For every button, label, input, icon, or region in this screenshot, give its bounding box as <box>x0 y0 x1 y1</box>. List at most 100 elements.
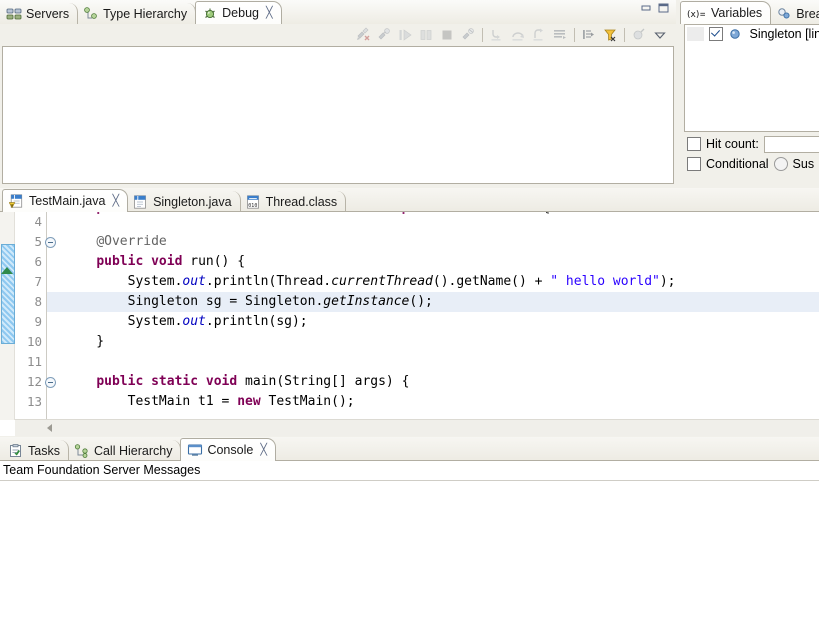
tab-label: Call Hierarchy <box>93 443 173 458</box>
code-token: TestMain t1 = <box>65 394 238 409</box>
editor-annotation-ruler[interactable] <box>0 212 15 420</box>
editor-horizontal-scrollbar[interactable] <box>15 419 819 436</box>
code-token: .println(sg); <box>205 314 308 329</box>
variables-icon: (x)= <box>687 6 707 20</box>
instruction-stepping-button[interactable] <box>629 26 649 44</box>
console-icon <box>187 443 203 457</box>
code-line[interactable]: Singleton sg = Singleton.getInstance(); <box>47 292 819 312</box>
tab-call-hierarchy[interactable]: Call Hierarchy <box>68 440 182 461</box>
connect-button[interactable] <box>374 26 394 44</box>
debug-view-body[interactable] <box>2 46 674 184</box>
close-icon[interactable]: ╳ <box>260 445 267 456</box>
toolbar-separator <box>624 28 625 42</box>
code-token: new <box>237 394 261 409</box>
tab-tasks[interactable]: Tasks <box>2 440 69 461</box>
current-instruction-marker-icon <box>1 267 13 274</box>
code-line[interactable]: System.out.println(Thread.currentThread(… <box>47 272 819 292</box>
code-token: System. <box>65 314 183 329</box>
tree-indent <box>687 27 705 41</box>
tab-debug[interactable]: Debug ╳ <box>195 1 282 24</box>
java-icon: J <box>133 195 149 209</box>
console-title: Team Foundation Server Messages <box>0 461 819 481</box>
code-line[interactable]: } <box>47 332 819 352</box>
breakpoints-icon <box>776 7 792 21</box>
code-line[interactable] <box>47 352 819 372</box>
code-token: public <box>96 254 144 269</box>
code-token: @Override <box>96 234 167 249</box>
step-into-button[interactable] <box>487 26 507 44</box>
editor-tab-singleton-java[interactable]: J Singleton.java <box>127 191 241 212</box>
editor-body[interactable]: 45678910111213 public class TestMain ext… <box>0 211 819 436</box>
tab-label: Break <box>796 6 819 21</box>
disconnect-button[interactable] <box>458 26 478 44</box>
code-token: out <box>182 274 206 289</box>
tab-break[interactable]: Break <box>770 3 819 24</box>
step-return-button[interactable] <box>529 26 549 44</box>
line-number: 12 <box>15 372 56 392</box>
close-icon[interactable]: ╳ <box>266 8 273 19</box>
line-number: 6 <box>34 254 42 269</box>
code-token: static <box>151 374 199 389</box>
tab-label: Type Hierarchy <box>103 6 188 21</box>
code-line[interactable]: System.out.println(sg); <box>47 312 819 332</box>
tab-console[interactable]: Console ╳ <box>180 438 276 461</box>
drop-to-frame-button[interactable] <box>550 26 570 44</box>
editor-tab-thread-class[interactable]: 010 Thread.class <box>240 191 347 212</box>
console-view-tabbar: Tasks Call Hierarchy Console ╳ <box>0 437 819 461</box>
editor-scroll-thumb[interactable] <box>1 244 15 344</box>
editor-tab-testmain-java[interactable]: J TestMain.java ╳ <box>2 189 129 212</box>
tab-variables[interactable]: (x)= Variables <box>680 1 772 24</box>
suspend-button[interactable] <box>416 26 436 44</box>
code-line[interactable]: public void run() { <box>47 252 819 272</box>
debug-toolbar <box>353 24 674 46</box>
view-window-buttons <box>640 3 670 14</box>
code-line[interactable]: @Override <box>47 232 819 252</box>
close-icon[interactable]: ╳ <box>112 196 119 207</box>
code-token: void <box>151 254 183 269</box>
step-with-filters-button[interactable] <box>579 26 599 44</box>
remove-all-terminated-button[interactable] <box>353 26 373 44</box>
maximize-icon[interactable] <box>657 3 670 14</box>
tab-type-hierarchy[interactable]: Type Hierarchy <box>77 3 197 24</box>
breakpoint-enabled-checkbox[interactable] <box>709 27 724 41</box>
scroll-left-icon[interactable] <box>47 424 52 432</box>
line-number: 4 <box>34 214 42 229</box>
tab-label: Tasks <box>28 443 60 458</box>
step-over-button[interactable] <box>508 26 528 44</box>
suspend-radio[interactable] <box>773 157 788 171</box>
hit-count-row: Hit count: <box>684 134 819 154</box>
code-token: currentThread <box>331 274 433 289</box>
code-line[interactable]: public static void main(String[] args) { <box>47 372 819 392</box>
breakpoints-list[interactable]: Singleton [lin <box>684 24 819 132</box>
resume-button[interactable] <box>395 26 415 44</box>
code-line[interactable] <box>47 212 819 232</box>
tab-servers[interactable]: Servers <box>0 3 79 24</box>
minimize-icon[interactable] <box>640 3 653 14</box>
code-token: TestMain(); <box>260 394 355 409</box>
tab-label: Servers <box>26 6 70 21</box>
suspend-label: Sus <box>792 157 815 171</box>
list-item[interactable]: Singleton [lin <box>685 25 819 43</box>
line-number: 9 <box>34 314 42 329</box>
code-token: .println(Thread. <box>205 274 332 289</box>
code-token: (); <box>409 294 433 309</box>
conditional-checkbox[interactable] <box>687 157 701 171</box>
variables-view-tabbar: (x)= Variables Break <box>680 0 819 24</box>
use-step-filters-button[interactable] <box>600 26 620 44</box>
hit-count-input[interactable] <box>763 135 819 153</box>
tab-label: Debug <box>222 6 259 20</box>
tab-label: Thread.class <box>265 194 338 209</box>
line-number: 5 <box>15 232 56 252</box>
terminate-button[interactable] <box>437 26 457 44</box>
console-output[interactable] <box>0 481 819 622</box>
editor-code[interactable]: @Override public void run() { System.out… <box>47 212 819 420</box>
code-line[interactable]: TestMain t1 = new TestMain(); <box>47 392 819 412</box>
hit-count-checkbox[interactable] <box>687 137 701 151</box>
java-warning-icon: J <box>9 194 25 208</box>
tab-label: TestMain.java <box>29 194 106 208</box>
view-menu-button[interactable] <box>650 26 670 44</box>
